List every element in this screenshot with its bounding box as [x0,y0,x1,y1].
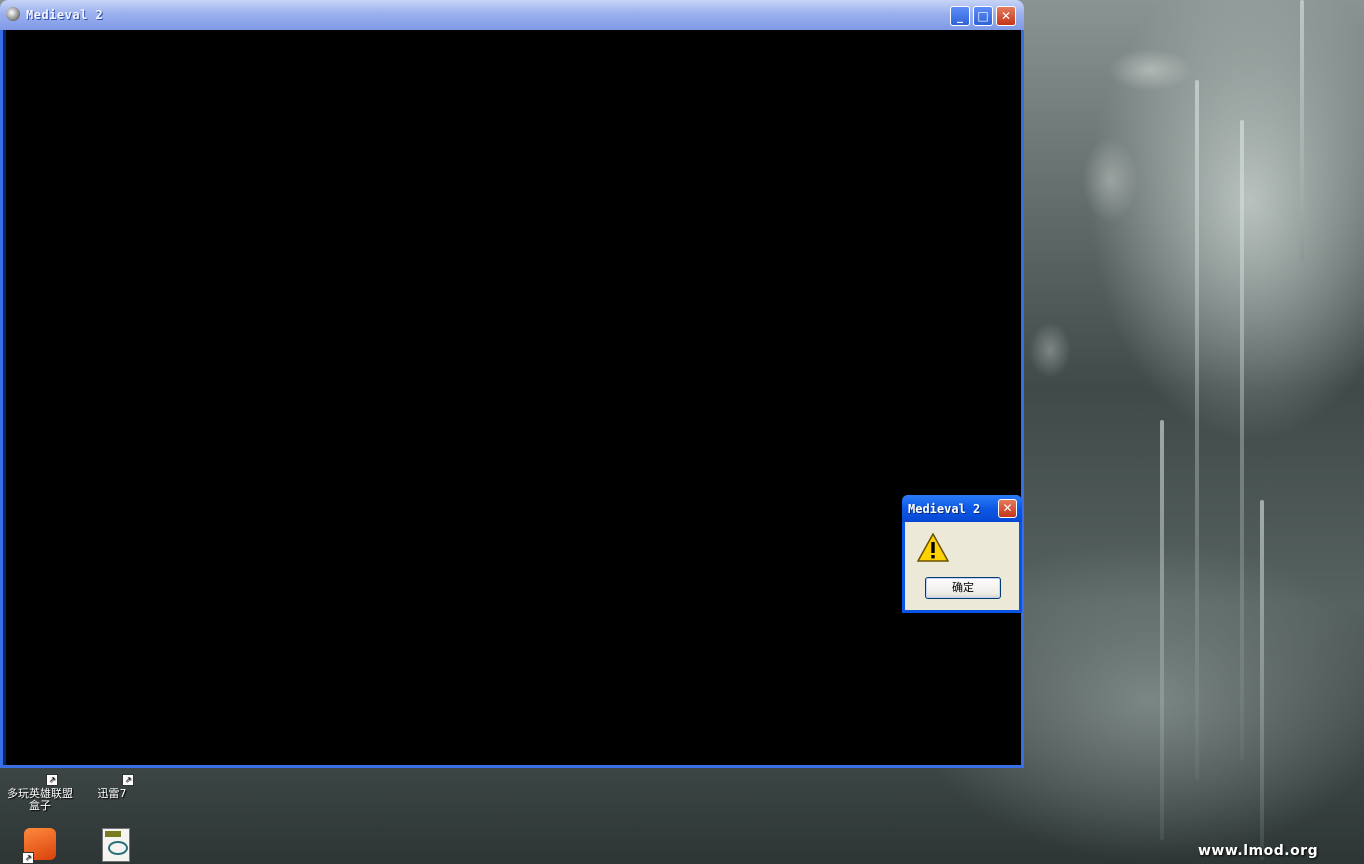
warning-dialog: Medieval 2 ✕ 确定 [902,495,1022,613]
dialog-titlebar[interactable]: Medieval 2 ✕ [902,495,1022,522]
thunder-icon: ↗ [96,770,134,786]
game-viewport[interactable] [6,30,1021,765]
minimize-button[interactable]: _ [950,6,970,26]
desktop-icon-document[interactable] [76,828,156,862]
warning-icon [917,533,949,562]
close-button[interactable]: ✕ [996,6,1016,26]
desktop-icon-app[interactable]: ↗ [0,828,80,864]
desktop-icon-label: 迅雷7 [97,787,127,800]
watermark: www.lmod.org [1198,843,1319,859]
ok-button[interactable]: 确定 [925,577,1001,599]
app-icon[interactable] [6,7,20,21]
document-icon [102,828,130,862]
game-box-icon: ↗ [24,770,58,786]
main-window-titlebar[interactable]: Medieval 2 _ □ ✕ [0,0,1024,30]
main-window: Medieval 2 _ □ ✕ [0,0,1024,768]
dialog-title: Medieval 2 [908,502,981,516]
main-window-title: Medieval 2 [26,8,104,22]
desktop-icon-xunlei[interactable]: ↗ 迅雷7 [72,770,152,800]
desktop-icon-label: 多玩英雄联盟 盒子 [7,787,73,812]
app-shortcut-icon: ↗ [22,828,56,864]
maximize-button[interactable]: □ [973,6,993,26]
dialog-close-button[interactable]: ✕ [998,499,1017,518]
desktop-icon-duowan[interactable]: ↗ 多玩英雄联盟 盒子 [0,770,80,812]
